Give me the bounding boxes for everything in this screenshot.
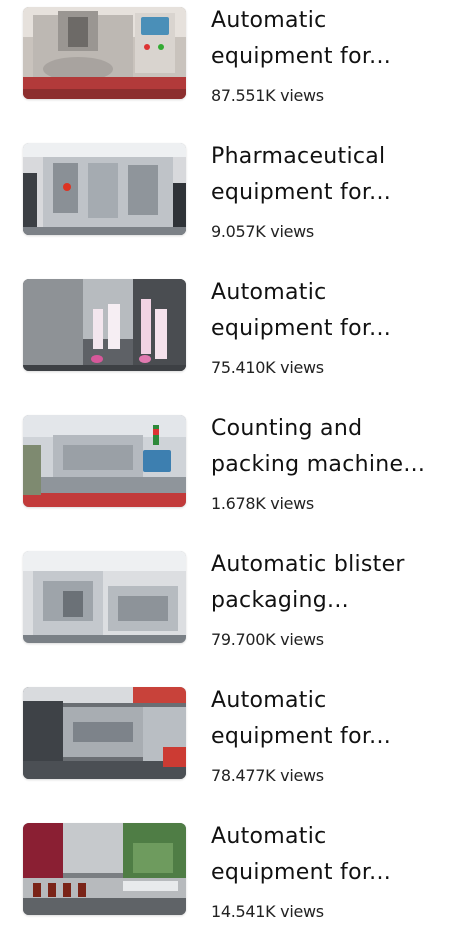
video-view-count: 79.700K views [211,630,324,649]
video-title[interactable]: Automatic equipment for... [211,3,451,75]
video-view-count: 14.541K views [211,902,324,921]
pharmaceutical-machine-exhibition-image [23,143,186,235]
video-item[interactable]: Automatic equipment for... 87.551K views [0,0,463,120]
video-item[interactable]: Pharmaceutical equipment for... 9.057K v… [0,136,463,256]
video-thumbnail[interactable] [23,823,186,915]
video-thumbnail[interactable] [23,551,186,643]
video-title[interactable]: Counting and packing machine... [211,411,451,483]
video-item[interactable]: Automatic equipment for... 75.410K views [0,272,463,392]
video-view-count: 87.551K views [211,86,324,105]
bottle-labeling-machine-image [23,823,186,915]
counting-packing-machine-image [23,415,186,507]
tube-filling-machine-image [23,279,186,371]
video-view-count: 1.678K views [211,494,314,513]
related-videos-list: Automatic equipment for... 87.551K views… [0,0,463,927]
filling-line-exhibition-image [23,687,186,779]
video-thumbnail[interactable] [23,279,186,371]
video-thumbnail[interactable] [23,7,186,99]
video-view-count: 78.477K views [211,766,324,785]
video-title[interactable]: Automatic equipment for... [211,275,451,347]
video-item[interactable]: Automatic equipment for... 78.477K views [0,680,463,800]
blister-packaging-machine-image [23,551,186,643]
video-title[interactable]: Automatic blister packaging... [211,547,451,619]
video-title[interactable]: Automatic equipment for... [211,683,451,755]
video-item[interactable]: Counting and packing machine... 1.678K v… [0,408,463,528]
video-title[interactable]: Automatic equipment for... [211,819,451,891]
video-view-count: 75.410K views [211,358,324,377]
capsule-filling-machine-image [23,7,186,99]
video-item[interactable]: Automatic blister packaging... 79.700K v… [0,544,463,664]
video-view-count: 9.057K views [211,222,314,241]
video-title[interactable]: Pharmaceutical equipment for... [211,139,451,211]
video-thumbnail[interactable] [23,143,186,235]
video-item[interactable]: Automatic equipment for... 14.541K views [0,816,463,936]
video-thumbnail[interactable] [23,415,186,507]
video-thumbnail[interactable] [23,687,186,779]
